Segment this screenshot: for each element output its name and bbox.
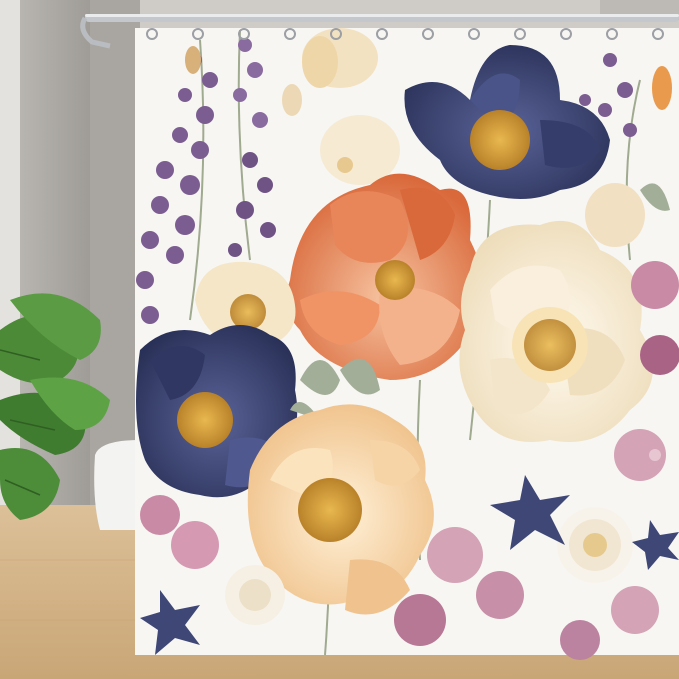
bathtub	[94, 440, 140, 530]
bathroom-scene	[0, 0, 679, 679]
shower-curtain	[135, 28, 679, 660]
